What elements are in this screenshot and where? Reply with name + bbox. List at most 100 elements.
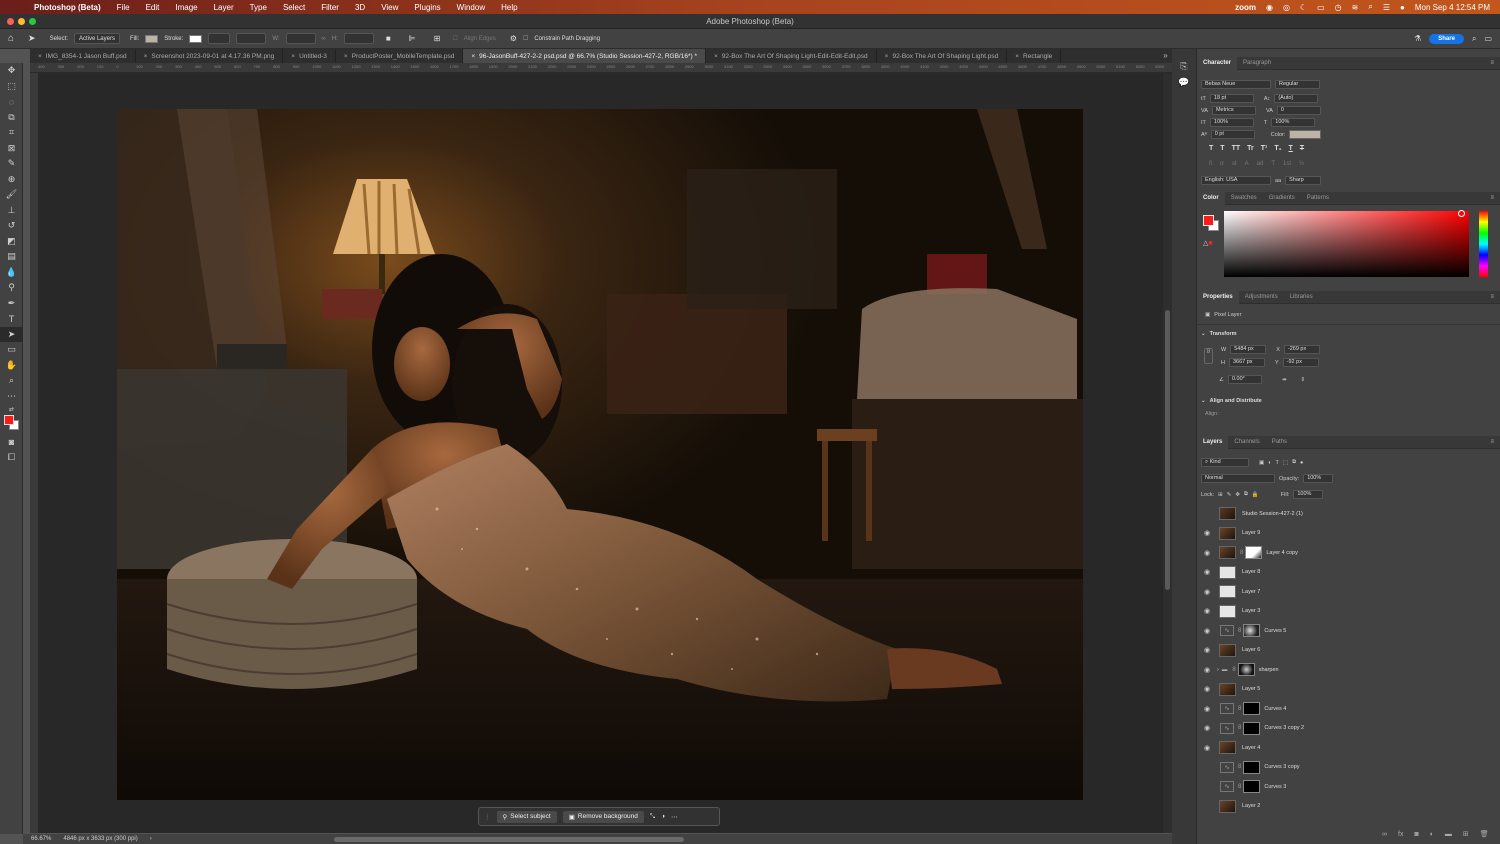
angle-field[interactable]: 0.00° — [1227, 375, 1262, 384]
link-layers-icon[interactable]: ∞ — [1382, 831, 1387, 838]
select-subject-button[interactable]: ⚲ Select subject — [496, 810, 557, 823]
layer-row[interactable]: ◉ ∿ 8 Curves 3 copy 2 — [1197, 719, 1500, 739]
close-icon[interactable]: × — [144, 53, 148, 60]
layer-row[interactable]: ◉ Layer 8 — [1197, 563, 1500, 583]
lock-position-icon[interactable]: ✥ — [1235, 492, 1240, 498]
layer-row[interactable]: ◉ Layer 7 — [1197, 582, 1500, 602]
align-section-title[interactable]: Align and Distribute — [1210, 398, 1262, 404]
tab-character[interactable]: Character — [1197, 56, 1238, 70]
layer-name[interactable]: Studio Session-427-2 (1) — [1242, 511, 1303, 517]
tab-document[interactable]: × Untitled-3 — [283, 49, 336, 63]
history-panel-icon[interactable]: ⎘ — [1172, 59, 1196, 75]
visibility-eye-icon[interactable]: ◉ — [1197, 529, 1217, 537]
tab-document[interactable]: × 92-Box The Art Of Shaping Light-Edit-Ed… — [706, 49, 877, 63]
layer-name[interactable]: Curves 3 — [1264, 784, 1286, 790]
stamp-tool-icon[interactable]: ⊥ — [0, 203, 23, 219]
curves-adjustment-icon[interactable]: ∿ — [1220, 781, 1234, 793]
healing-tool-icon[interactable]: ⊕ — [0, 172, 23, 188]
tab-document-active[interactable]: × 96-JasonBuff-427-2-2 psd.psd @ 66.7% (S… — [463, 49, 706, 63]
app-menu[interactable]: Photoshop (Beta) — [26, 3, 109, 12]
layer-name[interactable]: Layer 4 copy — [1266, 550, 1298, 556]
quick-mask-icon[interactable]: ◙ — [0, 434, 23, 450]
layer-row[interactable]: Studio Session-427-2 (1) — [1197, 504, 1500, 524]
font-size-field[interactable]: 18 pt — [1209, 94, 1254, 103]
discretionary-ligatures-button[interactable]: st — [1232, 161, 1237, 167]
more-tools-icon[interactable]: ⋯ — [0, 389, 23, 405]
gear-icon[interactable]: ⚙ — [510, 34, 517, 43]
faux-italic-button[interactable]: T — [1220, 145, 1224, 152]
visibility-eye-icon[interactable]: ◉ — [1197, 588, 1217, 596]
wifi-icon[interactable]: ≋ — [1352, 3, 1359, 12]
stroke-swatch[interactable] — [189, 34, 203, 43]
font-style-select[interactable]: Regular — [1275, 80, 1320, 89]
marquee-tool-icon[interactable]: ⬚ — [0, 79, 23, 95]
layer-thumbnail[interactable] — [1219, 526, 1236, 540]
path-select-tool-icon[interactable]: ➤ — [28, 33, 36, 44]
visibility-eye-icon[interactable]: ◉ — [1197, 666, 1217, 674]
ligatures-button[interactable]: fi — [1209, 161, 1212, 167]
path-ops-icon[interactable]: ■ — [386, 34, 391, 43]
brush-tool-icon[interactable]: 🖌 — [0, 187, 23, 203]
tab-paragraph[interactable]: Paragraph — [1237, 57, 1277, 70]
strikethrough-button[interactable]: T — [1300, 145, 1304, 152]
tab-properties[interactable]: Properties — [1197, 290, 1239, 304]
layer-mask-thumbnail[interactable] — [1243, 702, 1261, 716]
filter-adjustment-icon[interactable]: ◐ — [1268, 460, 1271, 466]
faux-bold-button[interactable]: T — [1209, 145, 1213, 152]
tab-patterns[interactable]: Patterns — [1301, 192, 1335, 205]
old-style-button[interactable]: ơ — [1220, 161, 1224, 167]
layer-mask-thumbnail[interactable] — [1243, 760, 1261, 774]
path-arrange-icon[interactable]: ⊞ — [434, 34, 441, 43]
layer-row[interactable]: ◉ Layer 6 — [1197, 641, 1500, 661]
tab-document[interactable]: × 92-Box The Art Of Shaping Light.psd — [877, 49, 1008, 63]
filter-pixel-icon[interactable]: ▣ — [1259, 460, 1264, 466]
menu-help[interactable]: Help — [493, 3, 525, 12]
chevron-down-icon[interactable]: ⌄ — [1201, 331, 1206, 337]
menu-filter[interactable]: Filter — [313, 3, 347, 12]
text-color-swatch[interactable] — [1289, 130, 1322, 139]
visibility-eye-icon[interactable]: ◉ — [1197, 744, 1217, 752]
align-edges-checkbox[interactable]: ☐ — [452, 35, 457, 42]
clock-datetime[interactable]: Mon Sep 4 12:54 PM — [1415, 3, 1490, 12]
layer-mask-thumbnail[interactable] — [1243, 721, 1261, 735]
hue-slider[interactable] — [1479, 211, 1488, 277]
drag-handle-icon[interactable]: ⋮ — [484, 813, 491, 821]
curves-adjustment-icon[interactable]: ∿ — [1220, 761, 1234, 773]
constrain-checkbox[interactable]: ☐ — [523, 35, 528, 42]
beaker-icon[interactable]: ⚗ — [1414, 34, 1421, 43]
layer-name[interactable]: Layer 2 — [1242, 803, 1260, 809]
width-field[interactable] — [285, 33, 316, 44]
ordinals-button[interactable]: 1st — [1283, 161, 1291, 167]
layer-name[interactable]: Layer 6 — [1242, 647, 1260, 653]
path-selection-tool-icon[interactable]: ➤ — [0, 326, 23, 342]
new-group-icon[interactable]: ▬ — [1445, 831, 1452, 838]
close-icon[interactable]: × — [714, 53, 718, 60]
subscript-button[interactable]: T₁ — [1274, 145, 1281, 152]
zoom-tool-icon[interactable]: ⌕ — [0, 373, 23, 389]
layer-thumbnail[interactable] — [1219, 643, 1236, 657]
layer-name[interactable]: Layer 9 — [1242, 530, 1260, 536]
tab-layers[interactable]: Layers — [1197, 435, 1229, 449]
menu-plugins[interactable]: Plugins — [406, 3, 448, 12]
baseline-field[interactable]: 0 pt — [1210, 130, 1255, 139]
menu-image[interactable]: Image — [167, 3, 205, 12]
add-mask-icon[interactable]: ◙ — [1414, 831, 1418, 838]
menu-file[interactable]: File — [109, 3, 138, 12]
layer-thumbnail[interactable] — [1219, 604, 1236, 618]
titling-button[interactable]: T — [1271, 161, 1275, 167]
layer-name[interactable]: Curves 3 copy — [1264, 764, 1299, 770]
hand-tool-icon[interactable]: ✋ — [0, 358, 23, 374]
visibility-eye-icon[interactable]: ◉ — [1197, 685, 1217, 693]
swap-colors-icon[interactable]: ⇄ — [0, 404, 23, 414]
tab-color[interactable]: Color — [1197, 191, 1225, 205]
minimize-window-button[interactable] — [18, 18, 25, 25]
fill-field[interactable]: 100% — [1293, 490, 1324, 499]
close-icon[interactable]: × — [344, 53, 348, 60]
visibility-eye-icon[interactable]: ◉ — [1197, 724, 1217, 732]
curves-adjustment-icon[interactable]: ∿ — [1220, 625, 1234, 637]
color-field[interactable] — [1224, 211, 1469, 277]
chevron-right-icon[interactable]: › — [1217, 667, 1219, 673]
layer-name[interactable]: sharpen — [1259, 667, 1279, 673]
menu-view[interactable]: View — [373, 3, 406, 12]
lock-pixels-icon[interactable]: ✎ — [1227, 492, 1232, 498]
